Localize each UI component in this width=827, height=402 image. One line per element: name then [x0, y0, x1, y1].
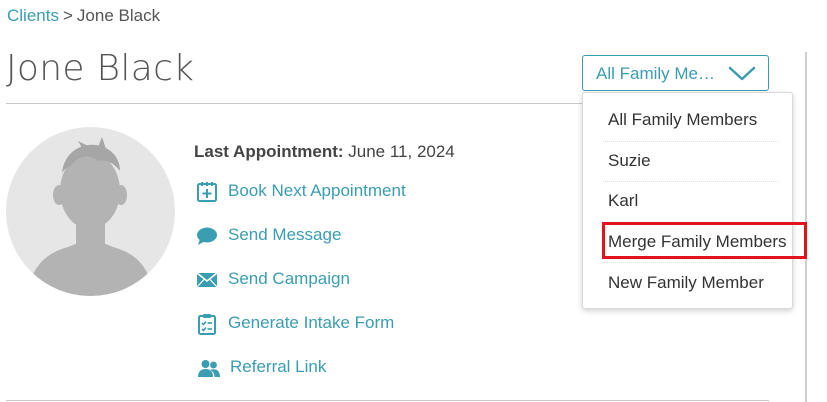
- breadcrumb-clients-link[interactable]: Clients: [7, 6, 59, 25]
- last-appointment-date: June 11, 2024: [348, 142, 455, 161]
- family-member-dropdown-menu: All Family Members Suzie Karl Merge Fami…: [582, 92, 793, 309]
- envelope-icon: [196, 272, 218, 288]
- breadcrumb-separator: >: [62, 6, 73, 25]
- merge-highlight-box: [602, 222, 807, 259]
- chat-bubble-icon: [197, 227, 217, 245]
- menu-item-suzie[interactable]: Suzie: [583, 141, 792, 181]
- menu-item-karl[interactable]: Karl: [583, 181, 792, 221]
- person-silhouette-icon: [28, 137, 153, 296]
- last-appointment-label: Last Appointment:: [194, 142, 344, 161]
- avatar: [6, 127, 175, 296]
- menu-item-new-family-member[interactable]: New Family Member: [583, 263, 792, 303]
- breadcrumb: Clients > Jone Black: [7, 6, 160, 26]
- bottom-divider: [6, 400, 769, 401]
- family-select-value: All Family Me…: [596, 64, 716, 83]
- family-member-select[interactable]: All Family Me…: [582, 55, 769, 91]
- chevron-down-icon: [728, 66, 756, 81]
- send-message-label: Send Message: [228, 225, 342, 244]
- send-campaign-label: Send Campaign: [228, 269, 350, 288]
- clipboard-checklist-icon: [198, 314, 216, 335]
- referral-link-label: Referral Link: [230, 357, 327, 376]
- page-title: Jone Black: [6, 48, 195, 89]
- book-next-appointment-label: Book Next Appointment: [228, 181, 406, 200]
- users-icon: [198, 360, 220, 377]
- calendar-plus-icon: [197, 182, 217, 202]
- breadcrumb-current: Jone Black: [76, 6, 161, 25]
- menu-item-all-family-members[interactable]: All Family Members: [583, 100, 792, 140]
- generate-intake-form-label: Generate Intake Form: [228, 313, 395, 332]
- last-appointment: Last Appointment: June 11, 2024: [194, 142, 455, 162]
